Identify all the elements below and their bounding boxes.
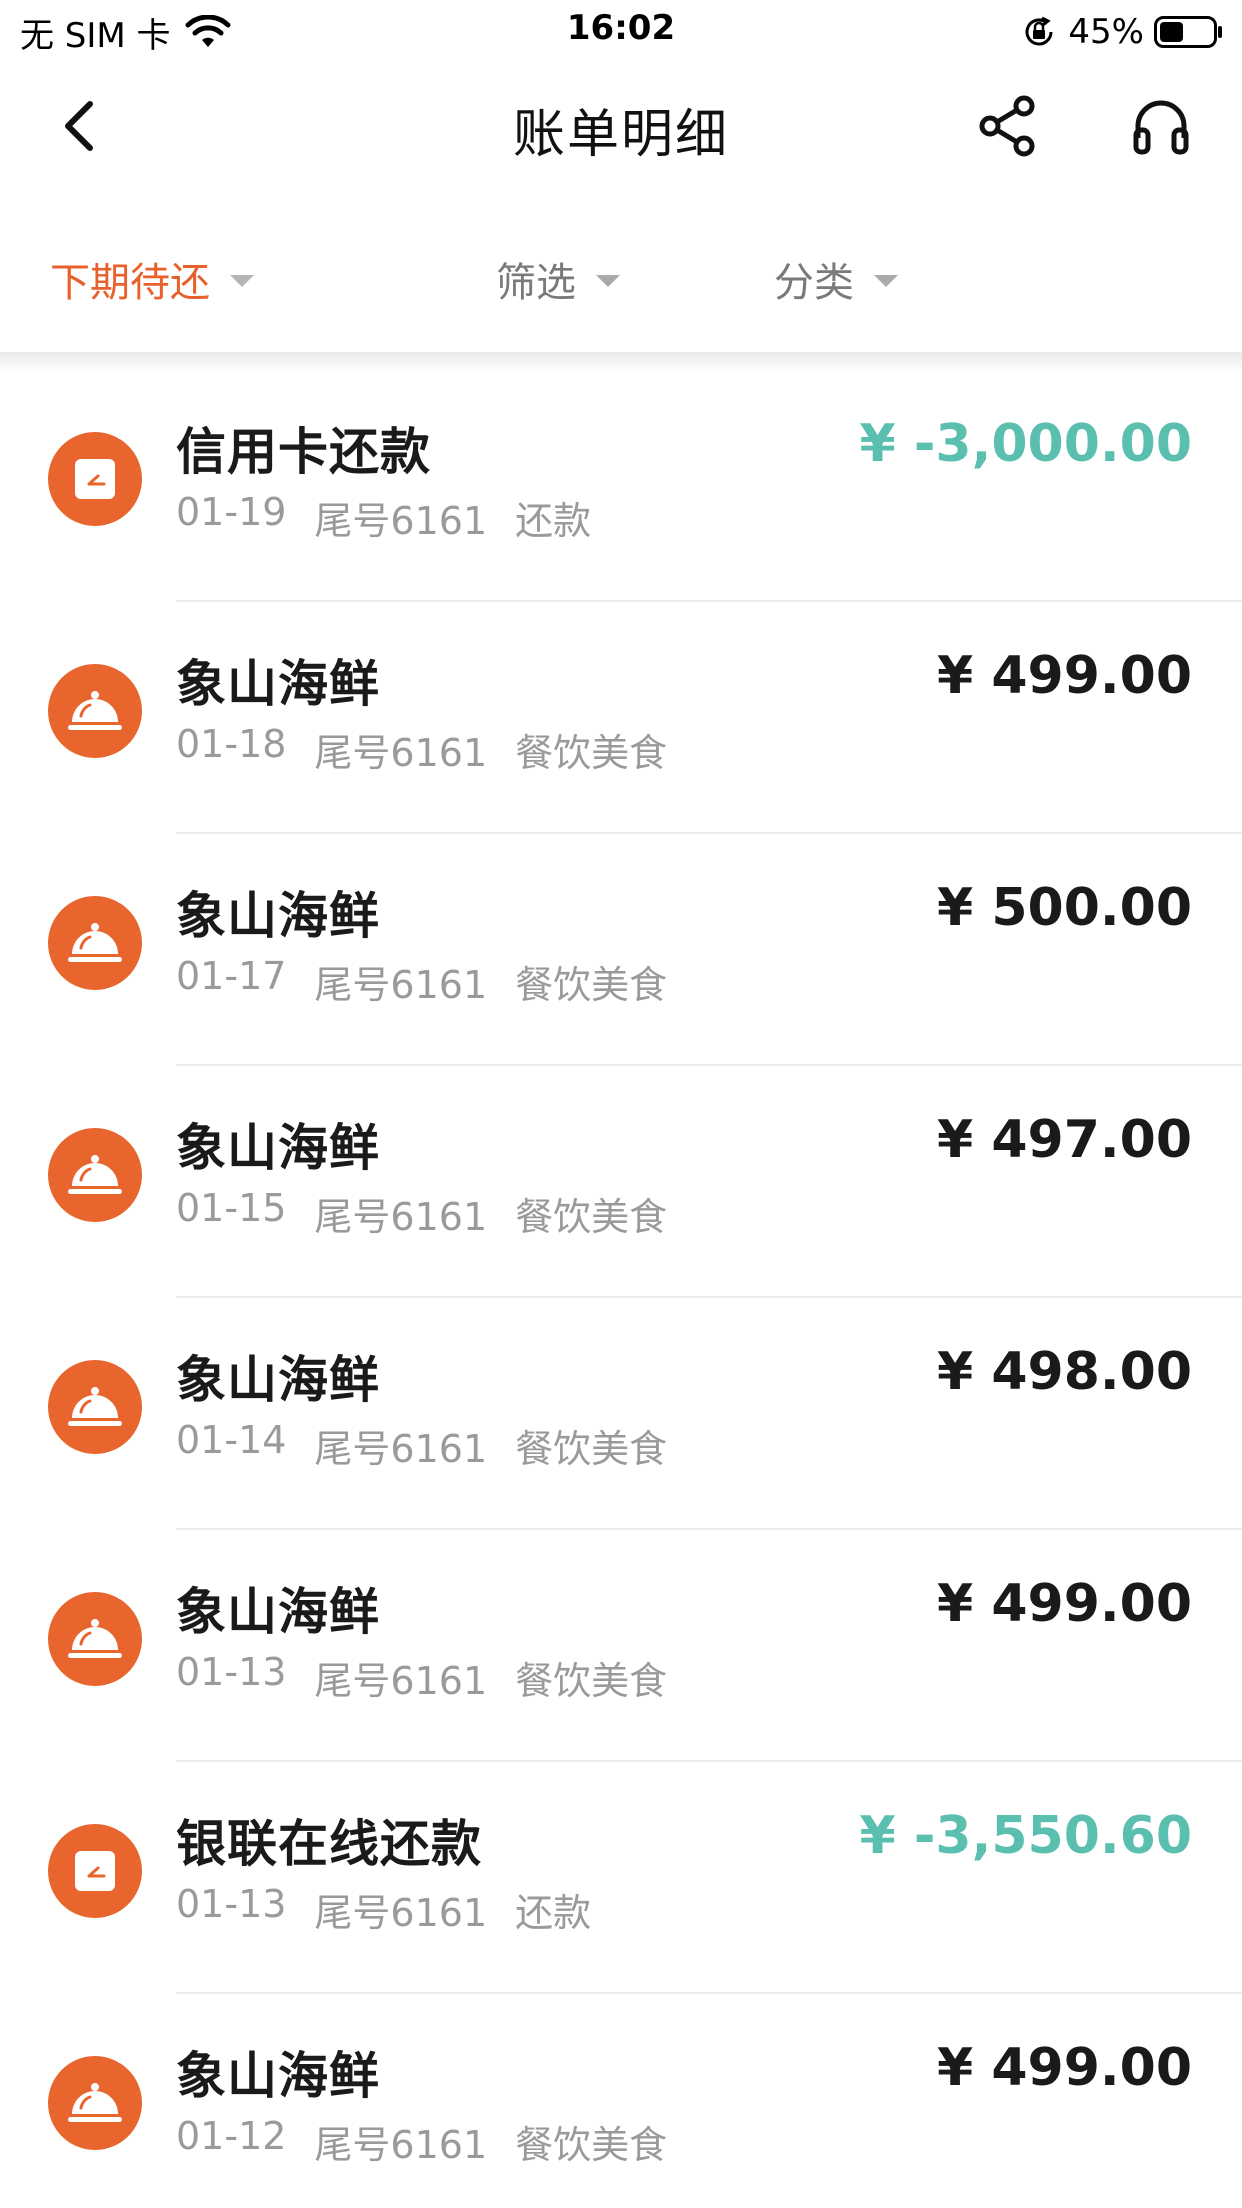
transaction-row[interactable]: 象山海鲜 01-17 尾号6161 餐饮美食 ¥ 500.00	[0, 834, 1242, 1066]
merchant-name: 银联在线还款	[176, 1815, 482, 1873]
transaction-meta: 01-13 尾号6161 还款	[176, 1882, 619, 1937]
transaction-date: 01-15	[176, 1186, 287, 1230]
transaction-amount: ¥ 498.00	[937, 1342, 1192, 1402]
transaction-category: 还款	[515, 499, 592, 543]
transaction-amount: ¥ 500.00	[937, 878, 1192, 938]
transaction-meta: 01-18 尾号6161 餐饮美食	[176, 722, 695, 777]
transaction-meta: 01-13 尾号6161 餐饮美食	[176, 1650, 695, 1705]
dining-cloche-icon	[68, 1619, 122, 1658]
rotation-lock-icon	[1025, 16, 1053, 46]
card-tail-number: 尾号6161	[314, 1427, 488, 1471]
merchant-name: 象山海鲜	[176, 887, 380, 945]
transaction-icon	[48, 1824, 142, 1918]
transaction-icon	[48, 2056, 142, 2150]
caret-down-icon	[874, 275, 898, 287]
transaction-row[interactable]: 信用卡还款 01-19 尾号6161 还款 ¥ -3,000.00	[0, 370, 1242, 602]
transaction-row[interactable]: 象山海鲜 01-14 尾号6161 餐饮美食 ¥ 498.00	[0, 1298, 1242, 1530]
bill-detail-screen: 无 SIM 卡 16:02 45% 账单明细 下期待还 筛选 分类 信用卡还款 …	[0, 0, 1242, 2208]
card-tail-number: 尾号6161	[314, 1195, 488, 1239]
filter-screen-dropdown[interactable]: 筛选	[496, 250, 620, 308]
merchant-name: 信用卡还款	[176, 423, 431, 481]
transaction-row[interactable]: 象山海鲜 01-13 尾号6161 餐饮美食 ¥ 499.00	[0, 1530, 1242, 1762]
transaction-icon	[48, 1128, 142, 1222]
transaction-amount: ¥ -3,000.00	[859, 414, 1192, 474]
transaction-amount: ¥ 497.00	[937, 1110, 1192, 1170]
transaction-icon	[48, 664, 142, 758]
battery-percent: 45%	[1068, 12, 1144, 52]
caret-down-icon	[230, 275, 254, 287]
card-tail-number: 尾号6161	[314, 731, 488, 775]
filter-next-due-dropdown[interactable]: 下期待还	[50, 250, 254, 308]
transaction-date: 01-14	[176, 1418, 287, 1462]
dining-cloche-icon	[68, 1387, 122, 1426]
transaction-icon	[48, 1592, 142, 1686]
page-title: 账单明细	[512, 105, 729, 165]
transaction-category: 餐饮美食	[515, 1659, 668, 1703]
battery-icon	[1154, 16, 1222, 48]
transaction-icon	[48, 1360, 142, 1454]
filter-label: 筛选	[496, 260, 576, 306]
filter-category-dropdown[interactable]: 分类	[774, 250, 898, 308]
transaction-row[interactable]: 象山海鲜 01-15 尾号6161 餐饮美食 ¥ 497.00	[0, 1066, 1242, 1298]
card-tail-number: 尾号6161	[314, 1891, 488, 1935]
transaction-date: 01-13	[176, 1882, 287, 1926]
transaction-date: 01-12	[176, 2114, 287, 2158]
transaction-icon	[48, 896, 142, 990]
transaction-amount: ¥ 499.00	[937, 2038, 1192, 2098]
transaction-meta: 01-19 尾号6161 还款	[176, 490, 619, 545]
filter-label: 分类	[774, 260, 854, 306]
transaction-amount: ¥ 499.00	[937, 1574, 1192, 1634]
transaction-date: 01-19	[176, 490, 287, 534]
merchant-name: 象山海鲜	[176, 1119, 380, 1177]
dining-cloche-icon	[68, 691, 122, 730]
customer-service-headset-icon[interactable]	[1130, 94, 1192, 158]
transaction-meta: 01-12 尾号6161 餐饮美食	[176, 2114, 695, 2169]
transaction-meta: 01-17 尾号6161 餐饮美食	[176, 954, 695, 1009]
card-tail-number: 尾号6161	[314, 499, 488, 543]
repayment-icon	[75, 459, 115, 499]
transaction-category: 餐饮美食	[515, 2123, 668, 2167]
transaction-category: 餐饮美食	[515, 731, 668, 775]
card-tail-number: 尾号6161	[314, 963, 488, 1007]
transaction-category: 餐饮美食	[515, 963, 668, 1007]
card-tail-number: 尾号6161	[314, 2123, 488, 2167]
transaction-date: 01-18	[176, 722, 287, 766]
transaction-row[interactable]: 象山海鲜 01-18 尾号6161 餐饮美食 ¥ 499.00	[0, 602, 1242, 834]
merchant-name: 象山海鲜	[176, 2047, 380, 2105]
transaction-date: 01-17	[176, 954, 287, 998]
transaction-meta: 01-15 尾号6161 餐饮美食	[176, 1186, 695, 1241]
nav-bar: 账单明细	[0, 64, 1242, 188]
transaction-amount: ¥ 499.00	[937, 646, 1192, 706]
status-bar: 无 SIM 卡 16:02 45%	[0, 0, 1242, 64]
transaction-category: 还款	[515, 1891, 592, 1935]
share-icon[interactable]	[976, 94, 1040, 158]
card-tail-number: 尾号6161	[314, 1659, 488, 1703]
transaction-amount: ¥ -3,550.60	[859, 1806, 1192, 1866]
dining-cloche-icon	[68, 2083, 122, 2122]
filter-label: 下期待还	[50, 260, 210, 306]
transaction-category: 餐饮美食	[515, 1195, 668, 1239]
status-right: 45%	[1022, 10, 1224, 54]
transaction-list: 信用卡还款 01-19 尾号6161 还款 ¥ -3,000.00 象山海鲜 0…	[0, 370, 1242, 2208]
transaction-icon	[48, 432, 142, 526]
transaction-date: 01-13	[176, 1650, 287, 1694]
merchant-name: 象山海鲜	[176, 1583, 380, 1641]
merchant-name: 象山海鲜	[176, 655, 380, 713]
repayment-icon	[75, 1851, 115, 1891]
transaction-meta: 01-14 尾号6161 餐饮美食	[176, 1418, 695, 1473]
transaction-row[interactable]: 银联在线还款 01-13 尾号6161 还款 ¥ -3,550.60	[0, 1762, 1242, 1994]
caret-down-icon	[596, 275, 620, 287]
merchant-name: 象山海鲜	[176, 1351, 380, 1409]
transaction-category: 餐饮美食	[515, 1427, 668, 1471]
dining-cloche-icon	[68, 1155, 122, 1194]
transaction-row[interactable]: 象山海鲜 01-12 尾号6161 餐饮美食 ¥ 499.00	[0, 1994, 1242, 2208]
filter-bar: 下期待还 筛选 分类	[0, 220, 1242, 320]
dining-cloche-icon	[68, 923, 122, 962]
